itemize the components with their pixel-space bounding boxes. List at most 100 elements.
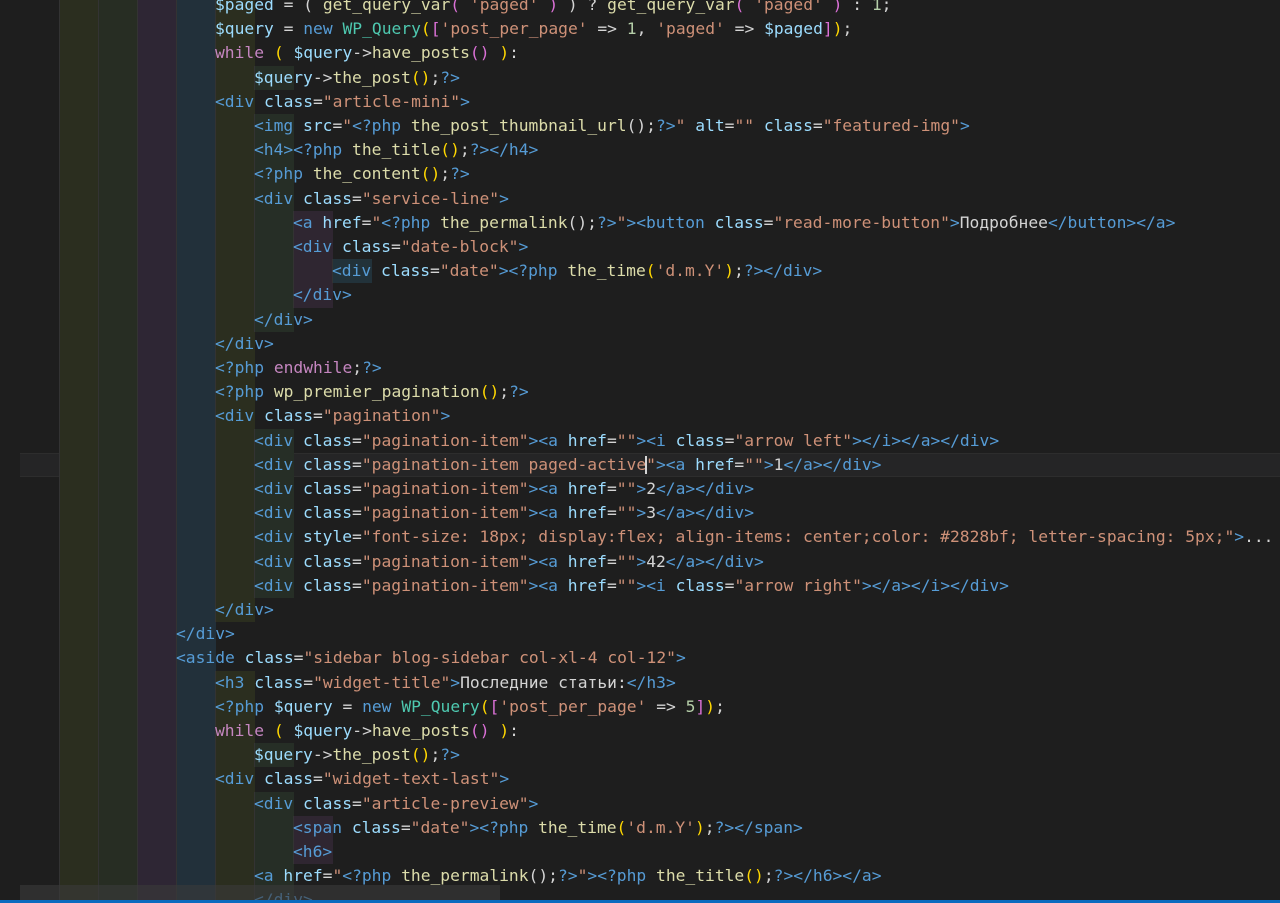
code-line[interactable]: <aside class="sidebar blog-sidebar col-x… — [0, 646, 1280, 671]
code-line[interactable]: </div> — [0, 598, 1280, 623]
token-txt: 42 — [646, 551, 666, 571]
code-line[interactable]: <h3 class="widget-title">Последние стать… — [0, 670, 1280, 695]
code-line[interactable]: <div class="article-mini"> — [0, 89, 1280, 114]
code-line[interactable]: <div class="pagination"> — [0, 404, 1280, 429]
code-line[interactable]: <?php endwhile;?> — [0, 356, 1280, 381]
code-line[interactable]: </div> — [0, 622, 1280, 647]
indent-guide — [59, 0, 99, 18]
token-php: ?> — [743, 261, 764, 281]
code-line[interactable]: <div class="article-preview"> — [0, 791, 1280, 816]
token-str: 'd.m.Y' — [626, 817, 695, 837]
token-tag: <h3 — [215, 672, 245, 692]
token-br: () — [744, 866, 764, 886]
indent-guide — [176, 501, 216, 526]
code-line[interactable]: <div class="pagination-item"><a href="">… — [0, 428, 1280, 453]
indent-guide — [137, 622, 177, 647]
indent-guide — [215, 307, 255, 332]
code-text: <?php $query = new WP_Query(['post_per_p… — [215, 695, 725, 719]
token-tag: > — [518, 237, 529, 256]
code-line[interactable]: <h6> — [0, 840, 1280, 865]
token-tag: <div — [254, 430, 294, 450]
token-fn: have_posts — [371, 721, 470, 740]
code-line[interactable]: while ( $query->have_posts() ): — [0, 41, 1280, 66]
token-tag: > — [852, 430, 862, 450]
code-line[interactable]: <?php $query = new WP_Query(['post_per_p… — [0, 694, 1280, 719]
indent-guide — [59, 840, 99, 865]
token-str: 'paged' — [754, 0, 823, 14]
code-line[interactable]: <div class="widget-text-last"> — [0, 767, 1280, 792]
token-tag: <a — [665, 454, 686, 474]
token-pn: , — [636, 19, 657, 39]
indent-guide — [59, 501, 99, 526]
token-pn — [392, 697, 402, 716]
indent-guide — [176, 719, 216, 744]
token-tag: > — [675, 648, 686, 668]
indent-guide — [0, 235, 20, 260]
token-str: "featured-img" — [822, 116, 960, 135]
token-cls: WP_Query — [401, 696, 480, 716]
indent-guide — [215, 452, 255, 477]
code-line[interactable]: $query->the_post();?> — [0, 743, 1280, 768]
code-line[interactable]: <div class="service-line"> — [0, 186, 1280, 211]
indent-guide — [98, 380, 138, 405]
code-line[interactable]: <div class="pagination-item"><a href="">… — [0, 573, 1280, 598]
indent-guide — [0, 767, 20, 792]
code-line[interactable]: <span class="date"><?php the_time('d.m.Y… — [0, 815, 1280, 840]
indent-guide — [0, 549, 20, 574]
token-attr: class — [303, 430, 353, 450]
token-pn — [666, 576, 676, 595]
code-text: <div class="pagination-item"><a href="">… — [254, 574, 1009, 598]
token-tag: <div — [254, 454, 294, 474]
indent-guide — [0, 622, 20, 647]
indent-guide — [137, 283, 177, 308]
token-kw: endwhile — [273, 358, 353, 377]
code-editor[interactable]: $paged = ( get_query_var( 'paged' ) ) ? … — [0, 0, 1280, 903]
code-line[interactable]: <div class="pagination-item"><a href="">… — [0, 501, 1280, 526]
token-attr: src — [303, 116, 333, 135]
code-line[interactable]: <img src="<?php the_post_thumbnail_url()… — [0, 114, 1280, 139]
indent-guide — [0, 501, 20, 526]
token-br: ) — [499, 43, 510, 63]
code-line[interactable]: $query = new WP_Query(['post_per_page' =… — [0, 17, 1280, 42]
horizontal-scrollbar-thumb[interactable] — [20, 885, 500, 900]
indent-guide — [59, 186, 99, 211]
token-pn: = — [606, 551, 617, 571]
code-line[interactable]: <div class="date"><?php the_time('d.m.Y'… — [0, 259, 1280, 284]
token-tag: > — [636, 551, 647, 571]
code-line[interactable]: $query->the_post();?> — [0, 65, 1280, 90]
token-str: "" — [744, 454, 764, 474]
token-attr: href — [695, 454, 735, 474]
token-php: <?php — [597, 866, 647, 886]
code-line[interactable]: <?php wp_premier_pagination();?> — [0, 380, 1280, 405]
code-line[interactable]: while ( $query->have_posts() ): — [0, 719, 1280, 744]
code-line[interactable]: $paged = ( get_query_var( 'paged' ) ) ? … — [0, 0, 1280, 18]
token-pn: ; — [499, 382, 510, 402]
token-var: $query — [293, 43, 353, 63]
code-line-current[interactable]: <div class="pagination-item paged-active… — [0, 452, 1280, 477]
code-text: <div class="date-block"> — [293, 235, 528, 259]
code-line[interactable]: </div> — [0, 283, 1280, 308]
token-pn: = — [313, 769, 323, 789]
indent-guide — [59, 17, 99, 42]
code-line[interactable]: </div> — [0, 331, 1280, 356]
code-line[interactable]: <div class="pagination-item"><a href="">… — [0, 549, 1280, 574]
code-line[interactable]: <a href="<?php the_permalink();?>"><butt… — [0, 210, 1280, 235]
code-line[interactable]: <div style="font-size: 18px; display:fle… — [0, 525, 1280, 550]
token-php: ?> — [440, 745, 460, 765]
token-str: "article-mini" — [322, 91, 461, 111]
code-text: <?php endwhile;?> — [215, 356, 382, 380]
code-line[interactable]: <div class="pagination-item"><a href="">… — [0, 477, 1280, 502]
token-fn: the_time — [567, 261, 646, 281]
code-line[interactable]: <?php the_content();?> — [0, 162, 1280, 187]
token-attr: class — [675, 575, 725, 595]
token-br: () — [420, 164, 441, 184]
code-line[interactable]: <div class="date-block"> — [0, 235, 1280, 260]
indent-guide — [176, 259, 216, 284]
indent-guide — [59, 452, 99, 477]
code-line[interactable]: <h4><?php the_title();?></h4> — [0, 138, 1280, 163]
token-tag: </h6> — [793, 866, 843, 886]
indent-guide — [59, 694, 99, 719]
token-br2: ) — [538, 0, 559, 14]
token-pn: = — [734, 454, 745, 474]
code-line[interactable]: </div> — [0, 307, 1280, 332]
